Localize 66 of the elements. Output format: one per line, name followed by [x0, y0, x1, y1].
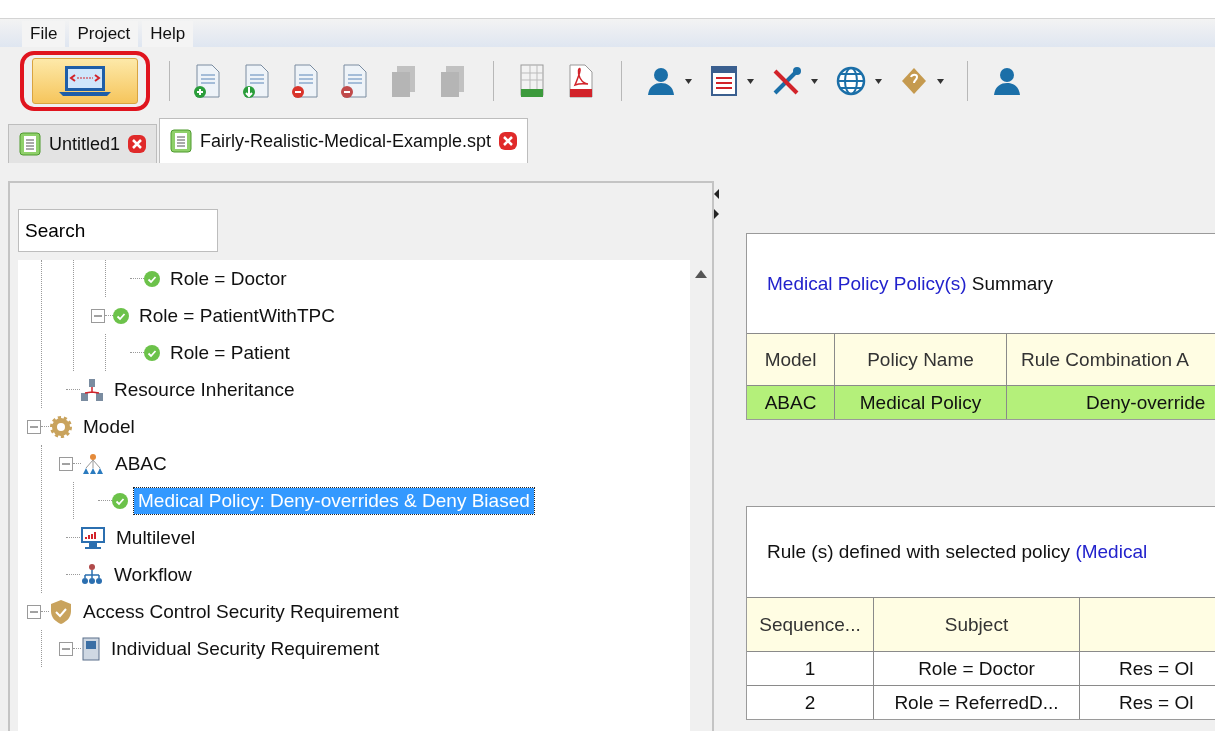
person-icon[interactable]	[645, 65, 677, 97]
tab-label[interactable]: Fairly-Realistic-Medical-Example.spt	[200, 130, 492, 152]
check-icon	[144, 270, 160, 287]
column-header[interactable]: Subject	[874, 597, 1080, 651]
table-cell: Deny-override	[1007, 385, 1215, 419]
close-icon[interactable]	[499, 132, 518, 150]
close-icon[interactable]	[128, 135, 147, 153]
spreadsheet-icon[interactable]	[517, 63, 547, 99]
check-icon	[112, 492, 128, 509]
document-add-icon[interactable]	[193, 63, 223, 99]
dropdown-caret-icon[interactable]	[875, 78, 882, 84]
shield-icon	[49, 598, 73, 625]
table-cell: 1	[747, 651, 874, 685]
table-cell: ABAC	[747, 385, 835, 419]
dropdown-caret-icon[interactable]	[747, 78, 754, 84]
scroll-up-icon[interactable]	[695, 270, 707, 278]
tree-item[interactable]: Resource Inheritance	[110, 376, 299, 403]
document-tab[interactable]: Untitled1	[8, 124, 158, 163]
dropdown-caret-icon[interactable]	[937, 78, 944, 84]
network-icon	[80, 377, 104, 402]
document-icon	[81, 636, 101, 661]
person-icon[interactable]	[991, 65, 1023, 97]
tree-item[interactable]: ABAC	[111, 450, 171, 477]
dropdown-caret-icon[interactable]	[685, 78, 692, 84]
monitor-icon	[80, 525, 106, 550]
globe-icon[interactable]	[835, 65, 867, 97]
dropdown-caret-icon[interactable]	[811, 78, 818, 84]
menu-item[interactable]: Help	[142, 21, 194, 47]
document-icon	[19, 132, 41, 156]
column-header[interactable]: Policy Name	[835, 333, 1007, 385]
hierarchy-icon	[81, 451, 105, 476]
check-icon	[113, 307, 129, 324]
tab-label[interactable]: Untitled1	[49, 133, 121, 155]
summary-title: Medical Policy Policy(s) Summary	[767, 272, 1054, 295]
check-icon	[144, 344, 160, 361]
table-cell: Role = Doctor	[874, 651, 1080, 685]
search-field[interactable]: Search	[18, 209, 218, 252]
menu-item[interactable]: Project	[69, 21, 139, 47]
document-icon	[170, 129, 193, 153]
tree-item[interactable]: Multilevel	[112, 524, 200, 551]
org-chart-icon	[80, 562, 104, 587]
column-header[interactable]: Sequence...	[747, 597, 874, 651]
tree-item[interactable]: Model	[79, 413, 139, 440]
document-remove-icon[interactable]	[291, 63, 321, 99]
editor-button[interactable]	[20, 51, 150, 111]
document-remove-icon[interactable]	[340, 63, 370, 99]
tree-item[interactable]: Role = PatientWithTPC	[135, 302, 339, 329]
tree-item[interactable]: Individual Security Requirement	[107, 635, 384, 662]
tools-icon[interactable]	[771, 65, 803, 97]
table-cell: Medical Policy	[835, 385, 1007, 419]
tree-item[interactable]: Role = Doctor	[166, 265, 291, 292]
tree-item[interactable]: Access Control Security Requirement	[79, 598, 403, 625]
table-cell: 2	[747, 685, 874, 719]
tree-item[interactable]: Workflow	[110, 561, 196, 588]
pdf-icon[interactable]	[566, 63, 596, 99]
form-icon[interactable]	[709, 65, 739, 97]
tree-item[interactable]: Role = Patient	[166, 339, 294, 366]
table-cell: Role = ReferredD...	[874, 685, 1080, 719]
document-import-icon[interactable]	[242, 63, 272, 99]
column-header[interactable]: Model	[747, 333, 835, 385]
rules-title: Rule (s) defined with selected policy (Medical	[767, 541, 1148, 563]
gear-icon	[49, 414, 73, 439]
column-header[interactable]: Rule Combination A	[1007, 333, 1215, 385]
document-tab[interactable]: Fairly-Realistic-Medical-Example.spt	[159, 118, 529, 163]
laptop-code-icon	[57, 64, 113, 98]
menu-item[interactable]: File	[22, 21, 66, 47]
